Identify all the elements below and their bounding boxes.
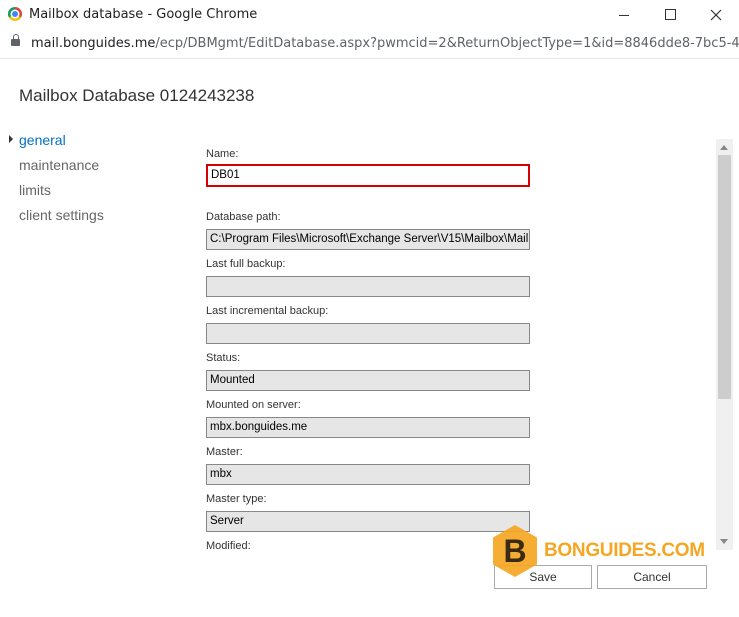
active-nav-arrow-icon xyxy=(9,135,13,143)
close-icon xyxy=(710,9,722,21)
last-incremental-backup-label: Last incremental backup: xyxy=(206,305,329,317)
last-full-backup-label: Last full backup: xyxy=(206,258,286,270)
last-full-backup-field xyxy=(206,276,530,297)
name-label: Name: xyxy=(206,148,239,160)
chrome-icon xyxy=(8,7,22,21)
nav-item-maintenance[interactable]: maintenance xyxy=(19,157,99,173)
master-type-label: Master type: xyxy=(206,493,267,505)
name-input[interactable]: DB01 xyxy=(206,164,530,187)
status-label: Status: xyxy=(206,352,241,364)
nav-item-limits[interactable]: limits xyxy=(19,182,51,198)
scroll-up-arrow-icon[interactable] xyxy=(720,145,728,150)
page-title: Mailbox Database 0124243238 xyxy=(19,86,255,105)
master-label: Master: xyxy=(206,446,243,458)
lock-icon xyxy=(11,34,20,46)
bonguides-logo-icon: B xyxy=(493,525,537,577)
mounted-on-server-field: mbx.bonguides.me xyxy=(206,417,530,438)
nav-item-general[interactable]: general xyxy=(19,132,66,148)
maximize-button[interactable] xyxy=(647,0,693,30)
scroll-down-arrow-icon[interactable] xyxy=(720,539,728,544)
url-text[interactable]: mail.bonguides.me/ecp/DBMgmt/EditDatabas… xyxy=(31,36,739,51)
minimize-button[interactable] xyxy=(601,0,647,30)
logo-letter: B xyxy=(503,533,526,569)
window-title-bar: Mailbox database - Google Chrome xyxy=(0,0,739,30)
address-bar[interactable]: mail.bonguides.me/ecp/DBMgmt/EditDatabas… xyxy=(0,30,739,59)
last-incremental-backup-field xyxy=(206,323,530,344)
database-path-label: Database path: xyxy=(206,211,281,223)
url-path: /ecp/DBMgmt/EditDatabase.aspx?pwmcid=2&R… xyxy=(155,36,739,51)
mounted-on-server-label: Mounted on server: xyxy=(206,399,301,411)
scrollbar-thumb[interactable] xyxy=(718,155,731,399)
cancel-button[interactable]: Cancel xyxy=(597,565,707,589)
nav-item-client-settings[interactable]: client settings xyxy=(19,207,104,223)
status-field: Mounted xyxy=(206,370,530,391)
watermark-text: BONGUIDES.COM xyxy=(544,540,705,561)
url-host: mail.bonguides.me xyxy=(31,36,156,51)
vertical-scrollbar[interactable] xyxy=(716,139,733,550)
window-title: Mailbox database - Google Chrome xyxy=(29,7,258,22)
master-type-field: Server xyxy=(206,511,530,532)
master-field: mbx xyxy=(206,464,530,485)
modified-label: Modified: xyxy=(206,540,251,552)
close-button[interactable] xyxy=(693,0,739,30)
database-path-field: C:\Program Files\Microsoft\Exchange Serv… xyxy=(206,229,530,250)
